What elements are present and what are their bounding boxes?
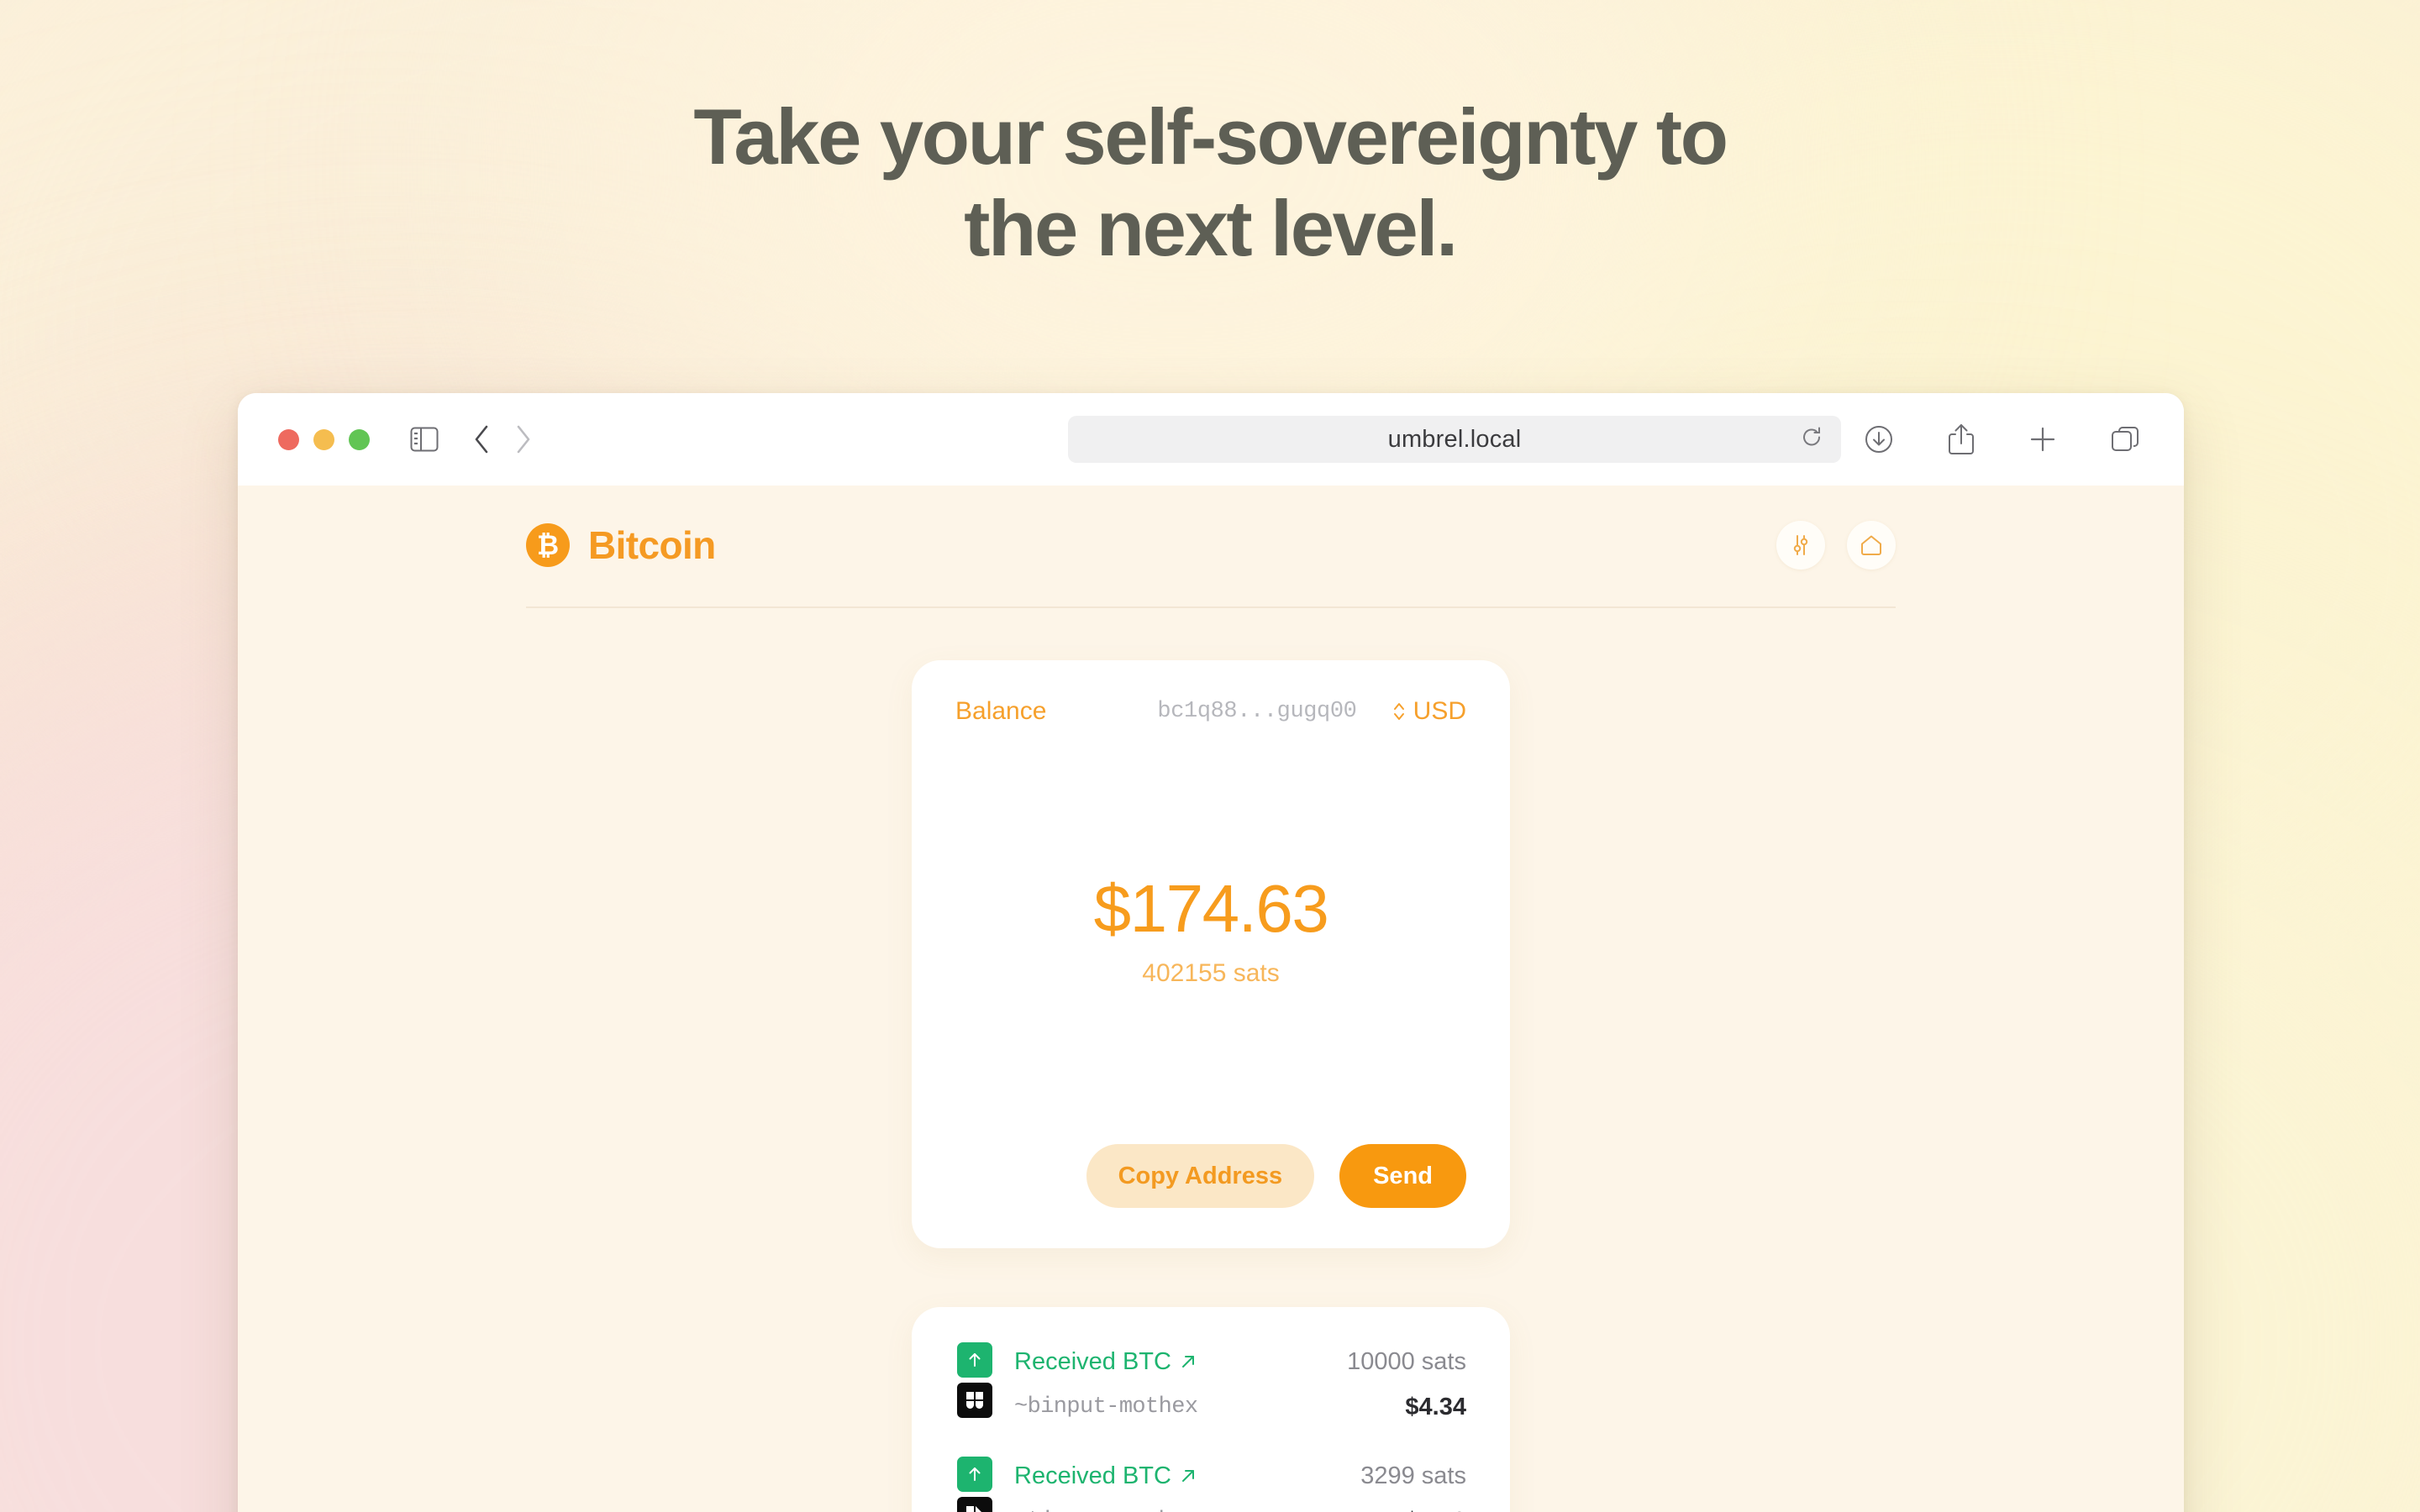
app-header: ₿ Bitcoin	[526, 521, 1896, 608]
browser-window: umbrel.local ₿ Bitcoin Balance bc1q88...…	[238, 393, 2184, 1512]
transaction-fiat: $1.43	[1360, 1502, 1466, 1512]
copy-address-button[interactable]: Copy Address	[1086, 1144, 1315, 1208]
app-title: Bitcoin	[588, 523, 716, 567]
sender-sigil-icon	[957, 1383, 992, 1418]
tab-overview-icon[interactable]	[2110, 424, 2140, 454]
window-traffic-lights	[278, 428, 370, 450]
table-row[interactable]: Received BTC ~tinnus-napbus 3299 sats $1…	[955, 1457, 1466, 1512]
transaction-type: Received BTC	[1014, 1457, 1360, 1495]
bitcoin-symbol: ₿	[536, 529, 560, 561]
home-icon[interactable]	[1847, 521, 1896, 570]
arrow-up-right-icon[interactable]	[1180, 1353, 1197, 1370]
close-window-button[interactable]	[278, 428, 299, 450]
transaction-type-label: Received BTC	[1014, 1462, 1171, 1489]
forward-icon[interactable]	[514, 424, 533, 454]
settings-sliders-icon[interactable]	[1776, 521, 1825, 570]
transaction-amounts: 3299 sats $1.43	[1360, 1457, 1466, 1512]
balance-fiat-amount: $174.63	[1093, 871, 1329, 946]
balance-card-header: Balance bc1q88...gugq00 USD	[955, 697, 1466, 726]
transactions-card: Received BTC ~binput-mothex 10000 sats $…	[912, 1307, 1510, 1512]
sender-sigil-icon	[957, 1497, 992, 1512]
share-icon[interactable]	[1947, 423, 1975, 456]
toolbar-right-actions	[1863, 393, 2140, 486]
transaction-sats: 10000 sats	[1347, 1347, 1466, 1375]
transaction-sender: ~binput-mothex	[1014, 1394, 1198, 1420]
chevron-updown-icon	[1393, 703, 1404, 720]
sidebar-toggle-icon[interactable]	[410, 427, 439, 452]
arrow-up-right-icon[interactable]	[1180, 1467, 1197, 1484]
balance-label: Balance	[955, 697, 1047, 725]
balance-amount-block: $174.63 402155 sats	[912, 870, 1510, 988]
transaction-sats: 3299 sats	[1360, 1462, 1466, 1489]
balance-card-actions: Copy Address Send	[912, 1144, 1466, 1208]
arrow-up-icon	[957, 1342, 992, 1378]
transaction-type: Received BTC	[1014, 1342, 1347, 1381]
balance-sats-amount: 402155 sats	[1142, 959, 1280, 987]
headline-line-2: the next level.	[964, 184, 1458, 273]
send-button[interactable]: Send	[1339, 1144, 1466, 1208]
wallet-address[interactable]: bc1q88...gugq00	[1157, 699, 1356, 724]
transaction-sender: ~tinnus-napbus	[1014, 1502, 1360, 1512]
new-tab-icon[interactable]	[2028, 424, 2058, 454]
hero-headline: Take your self-sovereignty to the next l…	[0, 91, 2420, 274]
reload-icon[interactable]	[1801, 426, 1823, 454]
zoom-window-button[interactable]	[349, 428, 370, 450]
headline-line-1: Take your self-sovereignty to	[693, 92, 1728, 181]
currency-selector[interactable]: USD	[1392, 697, 1466, 726]
balance-card: Balance bc1q88...gugq00 USD $174.63 4021…	[912, 660, 1510, 1248]
arrow-up-icon	[957, 1457, 992, 1492]
app-header-actions	[1776, 521, 1896, 570]
back-icon[interactable]	[472, 424, 491, 454]
table-row[interactable]: Received BTC ~binput-mothex 10000 sats $…	[955, 1342, 1466, 1426]
web-page-content: ₿ Bitcoin Balance bc1q88...gugq00 USD $1…	[238, 486, 2184, 1512]
bitcoin-logo-icon: ₿	[526, 523, 570, 567]
transaction-icons	[955, 1342, 994, 1426]
address-bar-url: umbrel.local	[1387, 425, 1522, 453]
minimize-window-button[interactable]	[313, 428, 334, 450]
downloads-icon[interactable]	[1863, 423, 1895, 455]
transaction-fiat: $4.34	[1405, 1393, 1466, 1420]
transaction-details: Received BTC ~tinnus-napbus	[1014, 1457, 1360, 1512]
transaction-details: Received BTC ~binput-mothex	[1014, 1342, 1347, 1426]
address-bar[interactable]: umbrel.local	[1068, 416, 1841, 463]
currency-label: USD	[1413, 697, 1466, 725]
transaction-icons	[955, 1457, 994, 1512]
transaction-type-label: Received BTC	[1014, 1347, 1171, 1375]
transaction-amounts: 10000 sats $4.34	[1347, 1342, 1466, 1426]
browser-toolbar: umbrel.local	[238, 393, 2184, 486]
